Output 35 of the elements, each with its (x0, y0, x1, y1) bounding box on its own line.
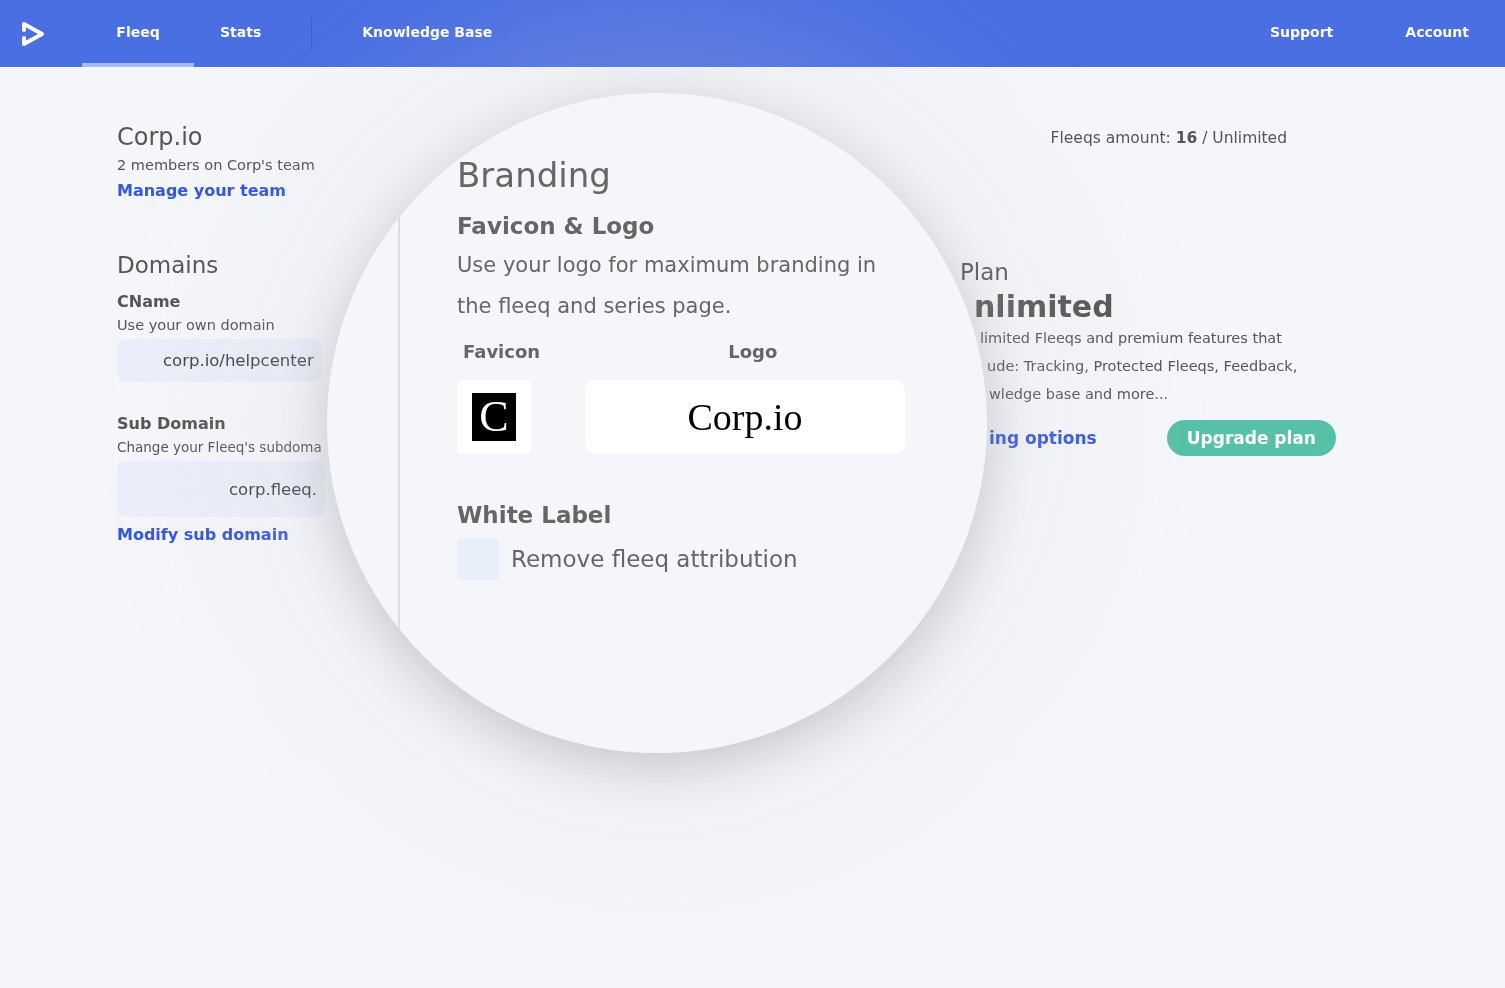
cname-field[interactable]: corp.io/helpcenter (117, 339, 322, 382)
field-label: CName (117, 292, 181, 311)
nav-link[interactable]: Account (1369, 0, 1505, 67)
fleeqs-amount-text: Fleeqs amount: 16 / Unlimited (1050, 129, 1287, 147)
subdomain-field[interactable]: corp.fleeq. (117, 461, 325, 517)
logo-preview[interactable]: Corp.io (585, 380, 905, 454)
nav-tab[interactable]: Stats (194, 0, 288, 67)
logo-label: Logo (728, 341, 778, 362)
favicon-label: Favicon (463, 341, 541, 362)
section-title: Domains (117, 252, 219, 278)
field-label: Sub Domain (117, 414, 226, 433)
plan-description: ude: Tracking, Protected Fleeqs, Feedback, (987, 357, 1298, 376)
nav-tab[interactable]: Knowledge Base (336, 0, 519, 67)
nav-link[interactable]: Support (1234, 0, 1370, 67)
pricing-options-link[interactable]: ing options (989, 428, 1097, 448)
subsection-title: Favicon & Logo (457, 213, 656, 239)
plan-description: wledge base and more... (989, 385, 1169, 404)
modify-subdomain-link[interactable]: Modify sub domain (117, 525, 289, 544)
plan-name: nlimited (974, 289, 1114, 324)
play-logo-icon[interactable] (20, 19, 46, 48)
field-hint: Change your Fleeq's subdoma (117, 439, 322, 455)
favicon-preview[interactable]: C (457, 380, 531, 454)
members-text: 2 members on Corp's team (117, 157, 315, 173)
checkbox-label: Remove fleeq attribution (511, 546, 798, 572)
manage-team-link[interactable]: Manage your team (117, 181, 287, 200)
plan-description: limited Fleeqs and premium features that (980, 329, 1282, 348)
branding-description: Use your logo for maximum branding in the fleeq and series page. (457, 252, 878, 320)
account-name: Corp.io (117, 123, 203, 151)
section-title: Branding (457, 155, 612, 195)
subsection-title: White Label (457, 502, 613, 528)
favicon-letter: C (472, 393, 516, 441)
logo-wordmark: Corp.io (687, 395, 803, 439)
field-hint: Use your own domain (117, 317, 275, 333)
section-title: Plan (960, 259, 1009, 285)
nav-tab[interactable]: Fleeq (82, 0, 194, 67)
